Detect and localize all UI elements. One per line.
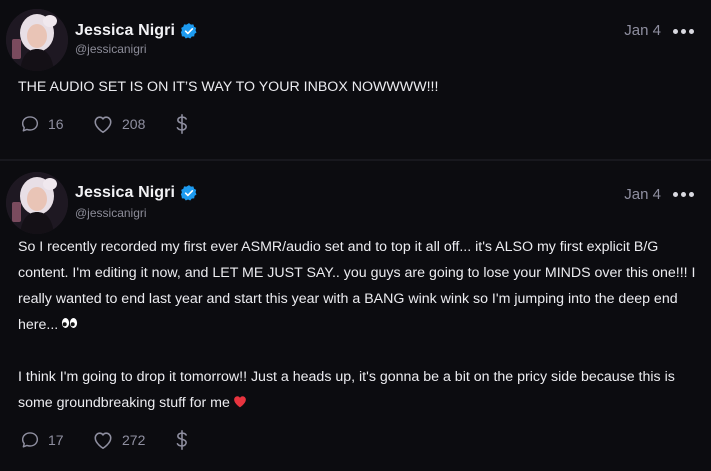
post-feed: Jessica Nigri @jessicanigri Jan 4 THE AU…	[0, 0, 711, 471]
avatar[interactable]	[6, 9, 68, 71]
dollar-icon	[176, 430, 187, 450]
comment-button[interactable]: 16	[20, 114, 92, 134]
comment-count: 16	[48, 116, 64, 132]
post-actions: 16 208	[20, 113, 194, 135]
post-text: So I recently recorded my first ever ASM…	[18, 234, 698, 417]
tip-button[interactable]	[174, 113, 194, 135]
like-count: 272	[122, 432, 146, 448]
dollar-icon	[176, 114, 187, 134]
comment-count: 17	[48, 432, 64, 448]
verified-badge-icon	[180, 185, 197, 201]
like-button[interactable]: 208	[92, 114, 174, 134]
author-name[interactable]: Jessica Nigri	[75, 22, 175, 40]
comment-button[interactable]: 17	[20, 430, 92, 450]
post: Jessica Nigri @jessicanigri Jan 4 THE AU…	[0, 0, 711, 160]
avatar[interactable]	[6, 172, 68, 234]
more-options-icon[interactable]	[673, 190, 695, 200]
tip-button[interactable]	[174, 429, 194, 451]
comment-icon	[21, 116, 39, 132]
like-count: 208	[122, 116, 146, 132]
post-actions: 17 272	[20, 429, 194, 451]
avatar-image	[6, 172, 68, 234]
author-handle[interactable]: @jessicanigri	[75, 206, 147, 220]
author-row: Jessica Nigri	[75, 22, 198, 40]
heart-icon	[94, 116, 112, 133]
verified-badge-icon	[180, 23, 197, 39]
avatar-image	[6, 9, 68, 71]
comment-icon	[21, 432, 39, 448]
eyes-emoji	[61, 312, 78, 338]
like-button[interactable]: 272	[92, 430, 174, 450]
author-row: Jessica Nigri	[75, 184, 198, 202]
author-name[interactable]: Jessica Nigri	[75, 184, 175, 202]
heart-icon	[94, 432, 112, 449]
author-handle[interactable]: @jessicanigri	[75, 42, 147, 56]
post-paragraph: So I recently recorded my first ever ASM…	[18, 239, 696, 333]
post-paragraph: I think I'm going to drop it tomorrow!! …	[18, 369, 675, 412]
post-text: THE AUDIO SET IS ON IT’S WAY TO YOUR INB…	[18, 79, 439, 95]
red-heart-emoji	[233, 391, 247, 417]
more-options-icon[interactable]	[673, 27, 695, 37]
post: Jessica Nigri @jessicanigri Jan 4 So I r…	[0, 161, 711, 471]
post-date[interactable]: Jan 4	[624, 22, 661, 39]
post-date[interactable]: Jan 4	[624, 186, 661, 203]
